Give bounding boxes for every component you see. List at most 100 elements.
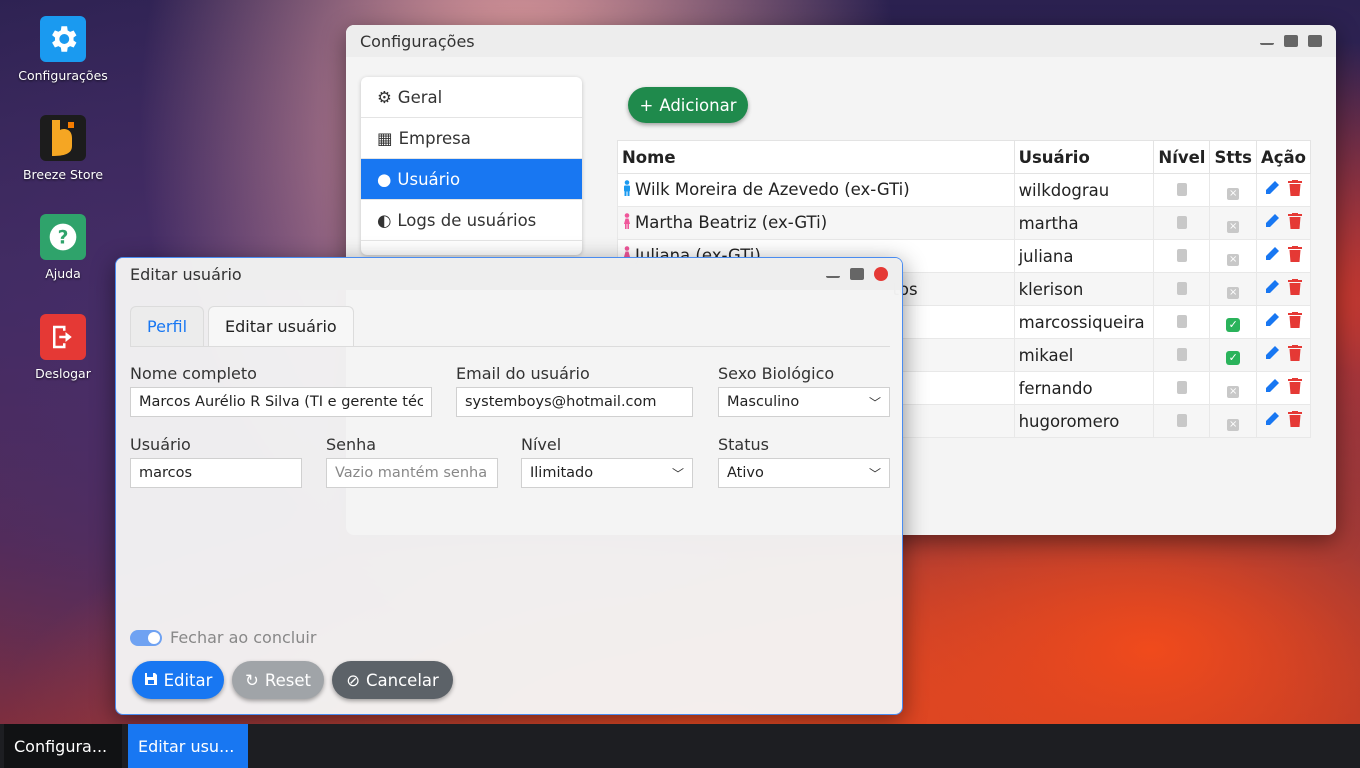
config-sidebar: ⚙ Geral ▦ Empresa ● Usuário ◐ Logs de us… (361, 77, 582, 255)
status-select[interactable]: Ativo ﹀ (718, 458, 890, 488)
level-icon (1176, 215, 1187, 229)
config-titlebar[interactable]: Configurações (346, 25, 1336, 57)
tab-editar-usuario[interactable]: Editar usuário (208, 306, 354, 346)
edit-tabs: Perfil Editar usuário (130, 306, 354, 346)
sidebar-item-geral[interactable]: ⚙ Geral (361, 77, 582, 118)
delete-trash-icon[interactable] (1288, 213, 1303, 233)
nivel-select[interactable]: Ilimitado ﹀ (521, 458, 693, 488)
edit-pencil-icon[interactable] (1264, 279, 1280, 299)
window-title: Editar usuário (130, 264, 242, 284)
chevron-down-icon: ﹀ (868, 395, 881, 410)
field-label: Nome completo (130, 364, 257, 383)
sidebar-item-label: Logs de usuários (397, 210, 537, 230)
delete-trash-icon[interactable] (1288, 378, 1303, 398)
table-header-row: Nome Usuário Nível Stts Ação (617, 140, 1312, 174)
delete-trash-icon[interactable] (1288, 246, 1303, 266)
edit-pencil-icon[interactable] (1264, 378, 1280, 398)
col-header-nome[interactable]: Nome (617, 140, 1015, 174)
delete-trash-icon[interactable] (1288, 180, 1303, 200)
senha-input[interactable] (335, 465, 489, 481)
user-icon: ● (377, 169, 392, 189)
user-login: fernando (1013, 371, 1155, 405)
edit-button[interactable]: Editar (132, 661, 224, 699)
field-label: Email do usuário (456, 364, 590, 383)
svg-text:?: ? (58, 228, 69, 249)
tab-divider (130, 346, 890, 347)
sidebar-item-empresa[interactable]: ▦ Empresa (361, 118, 582, 159)
sexo-select[interactable]: Masculino ﹀ (718, 387, 890, 417)
ban-icon: ⊘ (346, 670, 361, 690)
desktop-icon-configuracoes[interactable]: Configurações (10, 16, 116, 83)
close-icon[interactable] (1308, 35, 1322, 47)
delete-trash-icon[interactable] (1288, 312, 1303, 332)
nivel-field: Nível Ilimitado ﹀ (521, 435, 693, 488)
reset-button-label: Reset (264, 670, 311, 690)
col-header-usuario[interactable]: Usuário (1013, 140, 1155, 174)
sidebar-item-label: Usuário (397, 169, 461, 189)
email-field: Email do usuário (456, 364, 693, 417)
maximize-icon[interactable] (850, 268, 864, 280)
edit-pencil-icon[interactable] (1264, 312, 1280, 332)
usuario-field: Usuário (130, 435, 302, 488)
desktop-icon-label: Configurações (18, 68, 108, 83)
col-header-nivel[interactable]: Nível (1153, 140, 1211, 174)
inactive-status-icon: × (1227, 418, 1240, 431)
field-label: Status (718, 435, 769, 454)
cancel-button[interactable]: ⊘ Cancelar (332, 661, 453, 699)
table-row[interactable]: Martha Beatriz (ex-GTi) martha × (617, 206, 1312, 240)
sidebar-item-usuario[interactable]: ● Usuário (361, 159, 582, 200)
close-on-finish-toggle[interactable] (130, 629, 162, 646)
refresh-icon: ↻ (245, 670, 259, 690)
desktop-icon-breeze-store[interactable]: Breeze Store (10, 115, 116, 182)
edit-user-window: Editar usuário Perfil Editar usuário Nom… (115, 257, 903, 715)
select-value: Ilimitado (530, 465, 594, 481)
nome-completo-input[interactable] (139, 394, 423, 410)
sidebar-item-hidden[interactable] (361, 241, 582, 255)
save-icon (144, 671, 158, 690)
delete-trash-icon[interactable] (1288, 345, 1303, 365)
cancel-button-label: Cancelar (366, 670, 439, 690)
desktop-icon-deslogar[interactable]: Deslogar (10, 314, 116, 381)
edit-pencil-icon[interactable] (1264, 213, 1280, 233)
usuario-input[interactable] (139, 465, 293, 481)
taskbar-item-editar-usuario[interactable]: Editar usu... (128, 724, 248, 768)
delete-trash-icon[interactable] (1288, 411, 1303, 431)
level-icon (1176, 248, 1187, 262)
gear-icon: ⚙ (377, 87, 392, 107)
edit-button-label: Editar (163, 670, 213, 690)
minimize-icon[interactable] (826, 270, 840, 278)
edit-pencil-icon[interactable] (1264, 345, 1280, 365)
chevron-down-icon: ﹀ (671, 466, 684, 481)
edit-actions: Editar ↻ Reset ⊘ Cancelar (132, 661, 453, 699)
status-field: Status Ativo ﹀ (718, 435, 890, 488)
minimize-icon[interactable] (1260, 37, 1274, 45)
edit-pencil-icon[interactable] (1264, 246, 1280, 266)
field-label: Usuário (130, 435, 191, 454)
inactive-status-icon: × (1227, 385, 1240, 398)
level-icon (1176, 314, 1187, 328)
reset-button[interactable]: ↻ Reset (232, 661, 324, 699)
delete-trash-icon[interactable] (1288, 279, 1303, 299)
add-button-label: Adicionar (659, 95, 737, 115)
toggle-label: Fechar ao concluir (170, 628, 317, 647)
add-user-button[interactable]: + Adicionar (628, 87, 748, 123)
email-input[interactable] (465, 394, 684, 410)
active-status-icon: ✓ (1226, 350, 1241, 365)
edit-pencil-icon[interactable] (1264, 411, 1280, 431)
taskbar: Configura... Editar usu... (0, 724, 1360, 768)
tab-perfil[interactable]: Perfil (130, 306, 205, 346)
select-value: Masculino (727, 394, 800, 410)
desktop-icon-ajuda[interactable]: ? Ajuda (10, 214, 116, 281)
col-header-status[interactable]: Stts (1209, 140, 1257, 174)
close-icon[interactable] (874, 267, 888, 281)
level-icon (1176, 413, 1187, 427)
edit-pencil-icon[interactable] (1264, 180, 1280, 200)
taskbar-item-configuracoes[interactable]: Configura... (4, 724, 122, 768)
sidebar-item-logs[interactable]: ◐ Logs de usuários (361, 200, 582, 241)
table-row[interactable]: Wilk Moreira de Azevedo (ex-GTi) wilkdog… (617, 173, 1312, 207)
field-label: Sexo Biológico (718, 364, 835, 383)
field-label: Nível (521, 435, 562, 454)
edit-titlebar[interactable]: Editar usuário (116, 258, 902, 290)
maximize-icon[interactable] (1284, 35, 1298, 47)
inactive-status-icon: × (1227, 220, 1240, 233)
